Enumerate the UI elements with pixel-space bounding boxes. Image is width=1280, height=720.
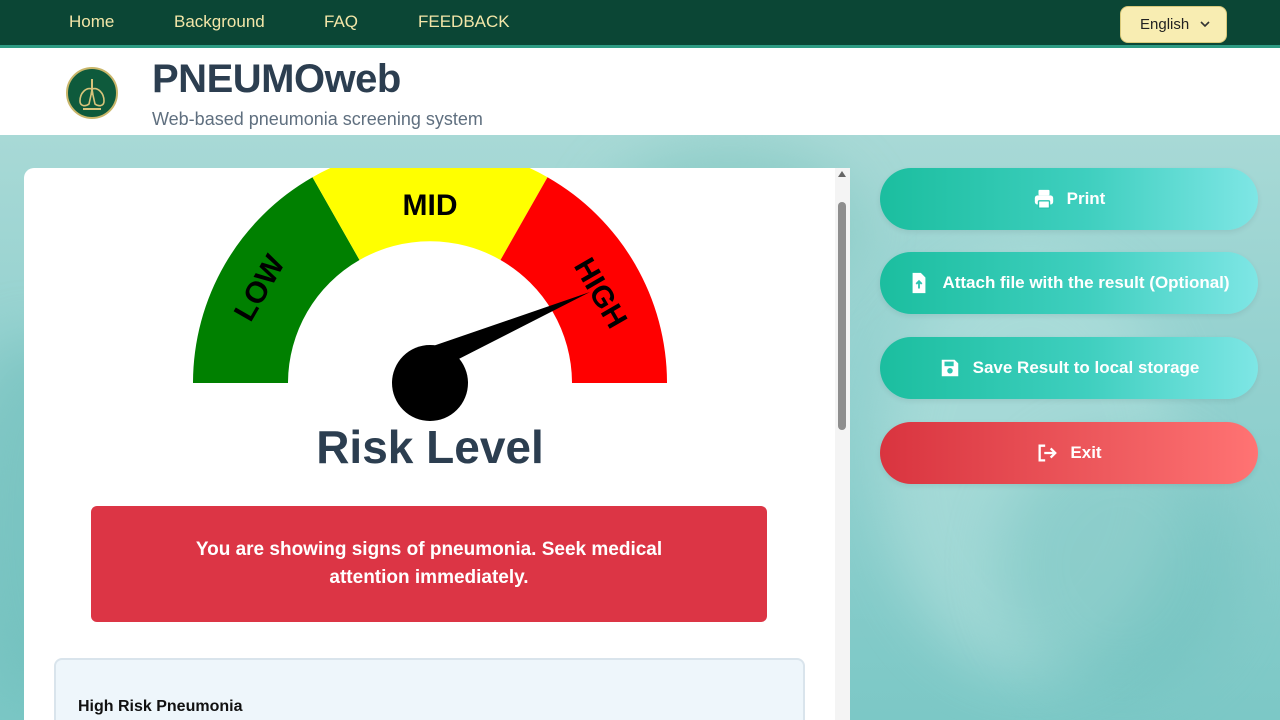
risk-level-title: Risk Level [316,421,544,473]
exit-button[interactable]: Exit [880,422,1258,484]
save-result-label: Save Result to local storage [972,358,1200,377]
attach-file-button[interactable]: Attach file with the result (Optional) [880,252,1258,314]
result-info-title: High Risk Pneumonia [78,698,243,715]
file-upload-icon [913,272,926,294]
printer-icon [1034,189,1053,209]
nav-feedback-link[interactable]: FEEDBACK [418,12,510,32]
top-nav: Home Background FAQ FEEDBACK English [0,0,1280,48]
exit-label: Exit [1070,443,1102,462]
gauge-needle-hub [392,345,468,421]
page-title: PNEUMOweb [152,57,401,101]
pneumonia-alert: You are showing signs of pneumonia. Seek… [91,506,767,622]
alert-message: You are showing signs of pneumonia. Seek… [195,539,663,588]
site-header: PNEUMOweb Web-based pneumonia screening … [0,51,1280,135]
sign-out-icon [1038,444,1058,462]
print-label: Print [1066,189,1106,208]
scroll-up-arrow[interactable] [838,171,846,177]
scrollbar-thumb[interactable] [838,202,846,430]
gauge-mid-label: MID [403,189,458,222]
risk-gauge: LOW MID HIGH [193,168,667,421]
print-button[interactable]: Print [880,168,1258,230]
language-select[interactable]: English [1120,6,1227,43]
nav-faq-link[interactable]: FAQ [324,12,358,32]
nav-home-link[interactable]: Home [69,12,114,32]
page-subtitle: Web-based pneumonia screening system [152,109,483,129]
attach-file-label: Attach file with the result (Optional) [942,273,1230,292]
save-result-button[interactable]: Save Result to local storage [880,337,1258,399]
chevron-down-icon [1200,21,1210,28]
lungs-logo-icon [66,67,118,119]
language-select-value: English [1140,16,1190,33]
nav-background-link[interactable]: Background [174,12,265,32]
result-info-box: High Risk Pneumonia [54,658,805,720]
floppy-disk-icon [941,359,958,377]
